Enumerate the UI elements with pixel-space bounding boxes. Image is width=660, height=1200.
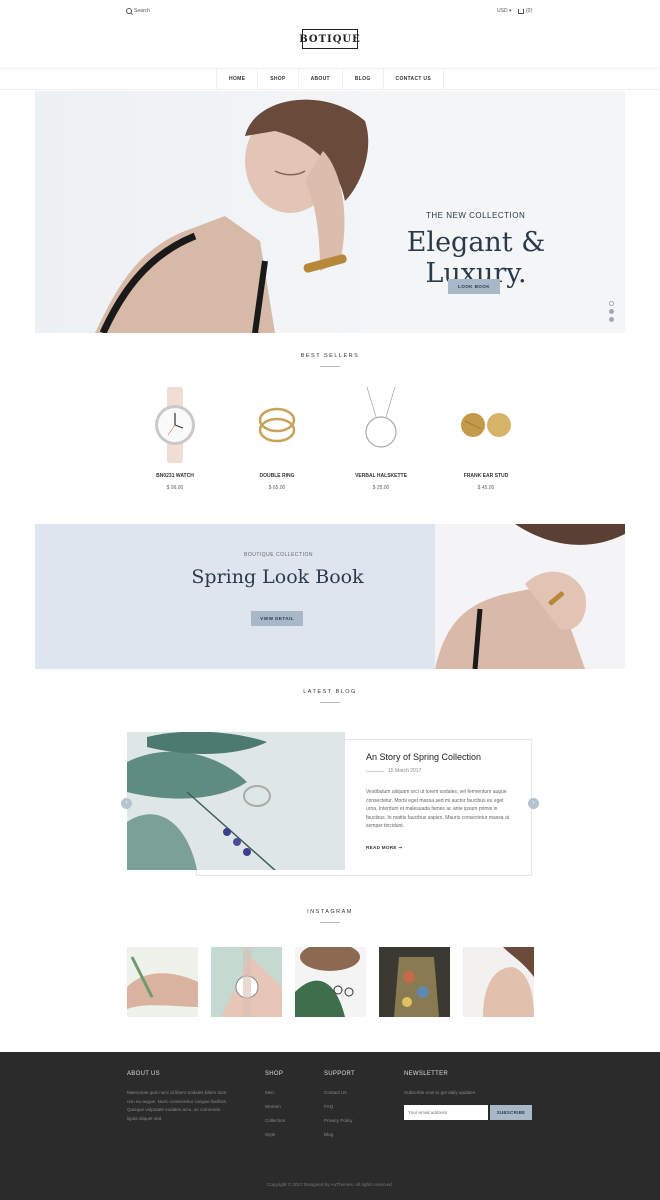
chevron-left-icon[interactable]: ‹ [121, 798, 132, 809]
footer-shop-title: SHOP [265, 1071, 284, 1077]
footer-link[interactable]: Privacy Policy [324, 1118, 353, 1123]
main-nav: HOME SHOP ABOUT BLOG CONTACT US [0, 68, 660, 90]
cart-count: (0) [526, 8, 533, 14]
search-icon [126, 8, 132, 14]
footer-link[interactable]: Collection [265, 1118, 285, 1123]
product-price: $ 45.00 [477, 485, 495, 491]
blog-photo [127, 732, 345, 870]
nav-blog[interactable]: BLOG [341, 69, 383, 89]
product-card[interactable]: FRANK EAR STUD $ 45.00 [441, 385, 531, 491]
necklace-image [365, 386, 397, 448]
slider-dot[interactable] [609, 309, 614, 314]
product-price: $ 65.00 [268, 485, 286, 491]
slider-dot[interactable] [609, 317, 614, 322]
divider [320, 366, 340, 367]
look-book-button[interactable]: LOOK BOOK [448, 279, 500, 294]
email-field[interactable] [404, 1105, 488, 1120]
product-name: VERBAL HALSKETTE [355, 473, 407, 479]
product-card[interactable]: DOUBLE RING $ 65.00 [232, 385, 322, 491]
instagram-title: INSTAGRAM [307, 909, 353, 915]
footer-link[interactable]: Women [265, 1104, 281, 1109]
product-name: FRANK EAR STUD [463, 473, 509, 479]
lookbook-banner: BOUTIQUE COLLECTION Spring Look Book VIE… [35, 524, 625, 669]
product-card[interactable]: VERBAL HALSKETTE $ 25.00 [336, 385, 426, 491]
chevron-right-icon[interactable]: › [528, 798, 539, 809]
subscribe-button[interactable]: SUBSCRIBE [490, 1105, 532, 1120]
divider [320, 922, 340, 923]
nav-about[interactable]: ABOUT [297, 69, 342, 89]
nav-contact[interactable]: CONTACT US [382, 69, 444, 89]
blog-excerpt: Vestibulum aliquam orci ut lorem sodales… [366, 789, 510, 829]
cart-link[interactable]: (0) [518, 8, 532, 14]
divider [320, 702, 340, 703]
ring-image [258, 407, 296, 443]
slider-dots [609, 301, 614, 325]
product-price: $ 25.00 [372, 485, 390, 491]
footer-link[interactable]: Blog [324, 1132, 333, 1137]
read-more-link[interactable]: READ MORE ➞ [366, 845, 403, 851]
slider-dot[interactable] [609, 301, 614, 306]
product-card[interactable]: BN0231 WATCH $ 99.00 [130, 385, 220, 491]
site-logo[interactable]: BOTIQUE [299, 29, 360, 49]
product-price: $ 99.00 [166, 485, 184, 491]
blog-date: 15 March 2017 [366, 768, 421, 774]
currency-selector[interactable]: USD ▾ [497, 8, 511, 14]
best-sellers-title: BEST SELLERS [300, 353, 360, 359]
instagram-photo[interactable] [295, 947, 366, 1017]
footer-support-title: SUPPORT [324, 1071, 355, 1077]
copyright: Copyright © 2017 Designed by AuThemes. A… [266, 1182, 394, 1187]
instagram-photo[interactable] [127, 947, 198, 1017]
view-detail-button[interactable]: VIEW DETAIL [251, 611, 303, 626]
product-name: BN0231 WATCH [156, 473, 194, 479]
instagram-photo[interactable] [211, 947, 282, 1017]
footer-link[interactable]: FAQ [324, 1104, 333, 1109]
hero-model-image [95, 99, 369, 333]
blog-post-title[interactable]: An Story of Spring Collection [366, 752, 481, 762]
footer-about-text: Maecenas quis nunc id libero sodales bib… [127, 1090, 228, 1121]
instagram-photo[interactable] [379, 947, 450, 1017]
instagram-photo[interactable] [463, 947, 534, 1017]
hero-banner: THE NEW COLLECTION Elegant & Luxury. LOO… [35, 91, 625, 333]
watch-image [155, 387, 195, 463]
product-name: DOUBLE RING [259, 473, 295, 479]
newsletter-text: Subscribe now to get daily updates [404, 1090, 476, 1095]
footer-link[interactable]: Contact Us [324, 1090, 347, 1095]
blog-image[interactable] [127, 732, 345, 870]
search-link[interactable]: Search [126, 8, 150, 14]
lookbook-title: Spring Look Book [191, 566, 364, 588]
earring-image [461, 413, 511, 437]
nav-shop[interactable]: SHOP [257, 69, 297, 89]
footer-newsletter-title: NEWSLETTER [404, 1071, 449, 1077]
latest-blog-title: LATEST BLOG [303, 689, 357, 695]
header: Search USD ▾ (0) BOTIQUE [0, 0, 660, 68]
search-label: Search [134, 8, 150, 14]
footer-about-title: ABOUT US [127, 1071, 160, 1077]
footer: ABOUT US Maecenas quis nunc id libero so… [0, 1052, 660, 1200]
lookbook-subtitle: BOUTIQUE COLLECTION [244, 552, 313, 558]
hero-subtitle: THE NEW COLLECTION [426, 211, 526, 220]
cart-icon [518, 8, 524, 14]
lookbook-model-image [435, 524, 625, 669]
footer-link[interactable]: Men [265, 1090, 274, 1095]
footer-link[interactable]: Style [265, 1132, 275, 1137]
nav-home[interactable]: HOME [216, 69, 257, 89]
